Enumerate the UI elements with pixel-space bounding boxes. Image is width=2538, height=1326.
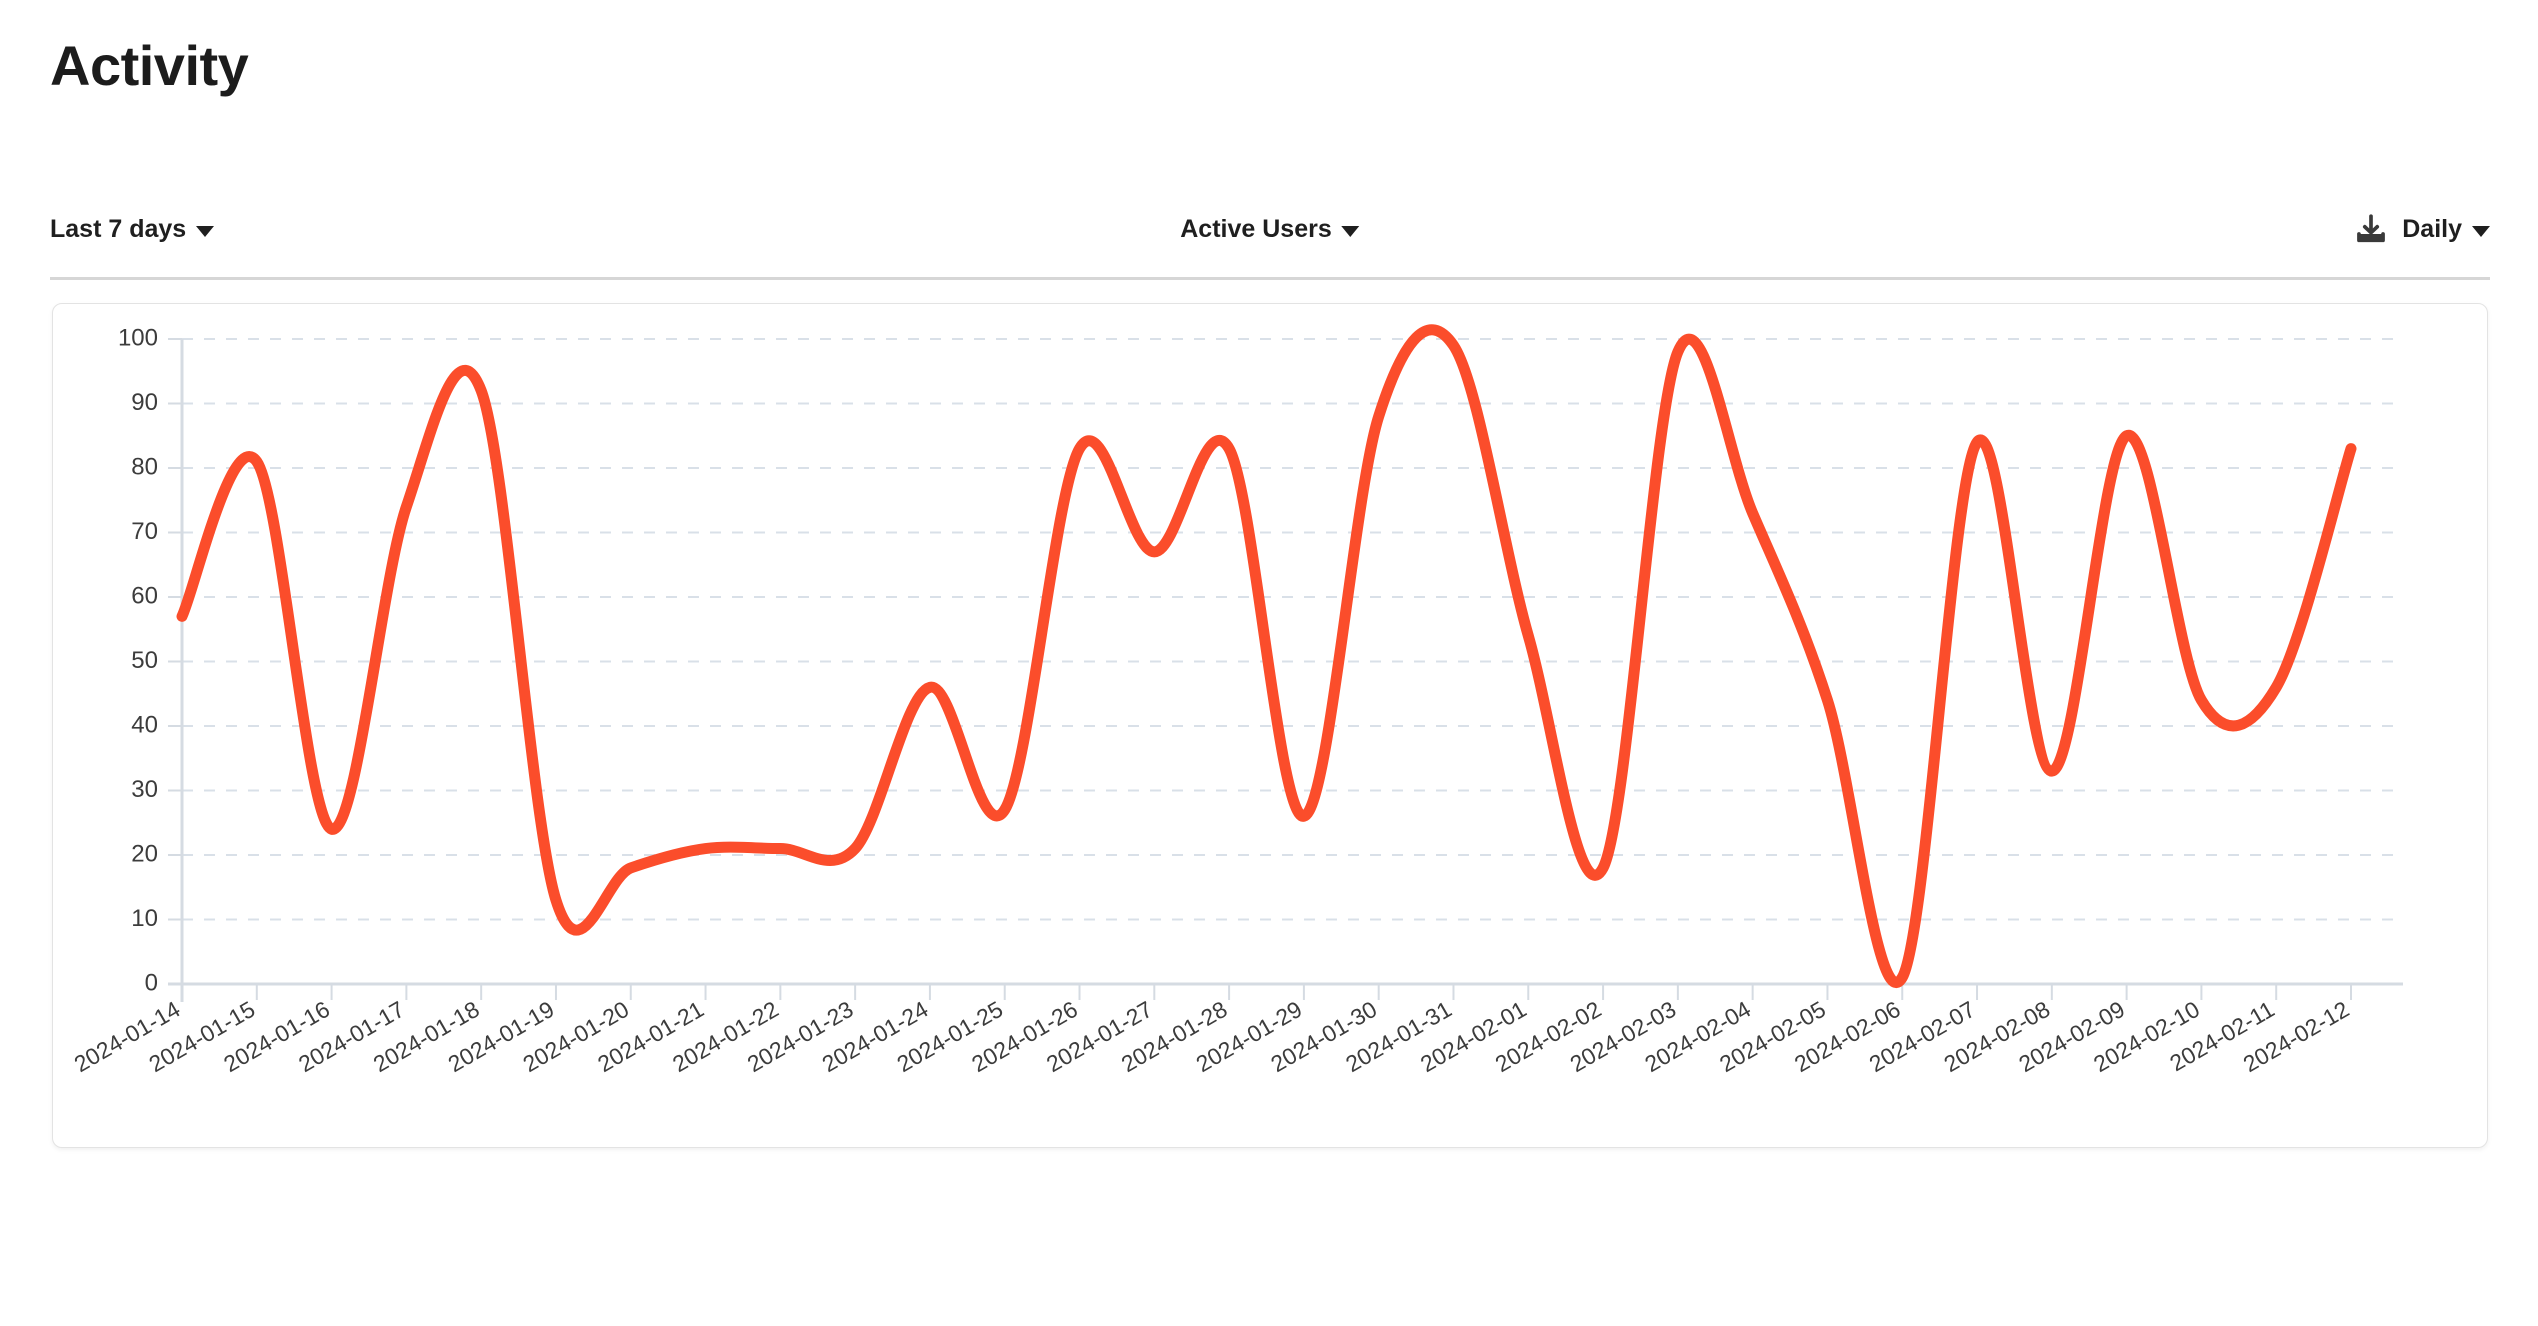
controls-left-group: Last 7 days (50, 214, 215, 244)
svg-text:20: 20 (131, 840, 158, 867)
header-divider (50, 277, 2490, 280)
activity-line-chart[interactable]: 01020304050607080901002024-01-142024-01-… (53, 304, 2489, 1149)
svg-text:70: 70 (131, 518, 158, 545)
chevron-down-icon (1341, 225, 1360, 237)
metric-dropdown[interactable]: Active Users (1180, 214, 1360, 244)
svg-text:100: 100 (118, 324, 158, 351)
svg-text:10: 10 (131, 905, 158, 932)
controls-center-group: Active Users (1180, 214, 1360, 244)
svg-text:40: 40 (131, 711, 158, 738)
page-title: Activity (50, 34, 249, 97)
download-icon[interactable] (2354, 212, 2388, 246)
chevron-down-icon (2472, 225, 2490, 237)
svg-text:60: 60 (131, 582, 158, 609)
date-range-dropdown[interactable]: Last 7 days (50, 214, 215, 244)
chevron-down-icon (196, 225, 215, 237)
date-range-label: Last 7 days (50, 214, 187, 243)
svg-text:90: 90 (131, 389, 158, 416)
granularity-label: Daily (2402, 214, 2462, 243)
svg-text:30: 30 (131, 776, 158, 803)
metric-label: Active Users (1180, 214, 1332, 243)
controls-right-group: Daily (2354, 212, 2490, 246)
svg-text:0: 0 (145, 969, 158, 996)
granularity-dropdown[interactable]: Daily (2402, 215, 2490, 244)
chart-controls-bar: Last 7 days Active Users Daily (50, 205, 2490, 253)
activity-chart-card: 0 10 20 30 40 50 60 70 80 90 100 2024-01-14 2024-01-… (52, 303, 2488, 1148)
chart-plot-area: 0 10 20 30 40 50 60 70 80 90 100 2024-01-14 2024-01-… (53, 304, 2489, 1149)
activity-page: Activity Last 7 days Active Users Daily … (0, 0, 2538, 1326)
svg-text:80: 80 (131, 453, 158, 480)
svg-text:50: 50 (131, 647, 158, 674)
